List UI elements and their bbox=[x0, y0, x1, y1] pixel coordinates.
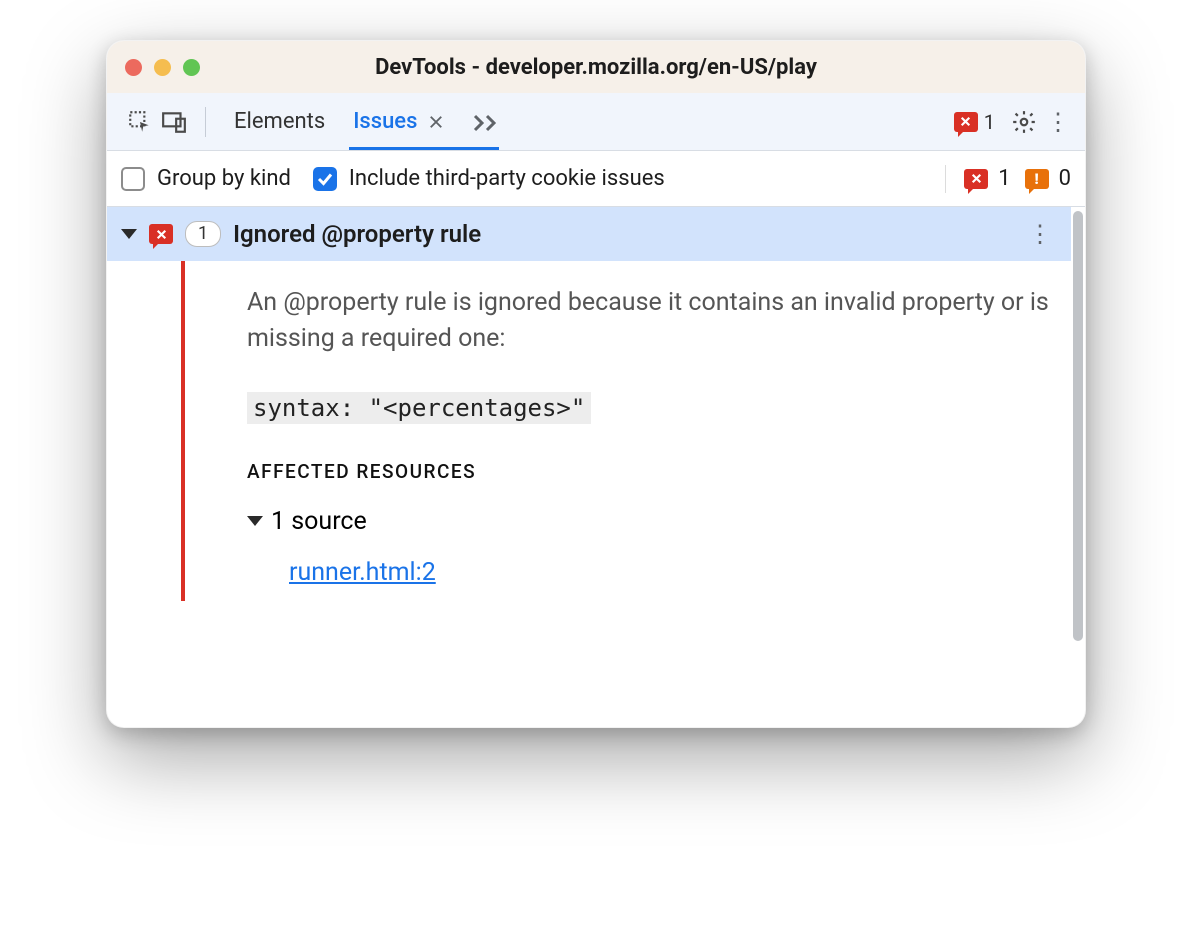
tab-elements[interactable]: Elements bbox=[220, 93, 339, 150]
settings-icon[interactable] bbox=[1007, 105, 1041, 139]
issue-description: An @property rule is ignored because it … bbox=[247, 261, 1051, 358]
maximize-window-button[interactable] bbox=[183, 59, 200, 76]
third-party-label: Include third-party cookie issues bbox=[349, 166, 665, 191]
error-icon bbox=[149, 224, 173, 244]
separator bbox=[205, 107, 206, 137]
warning-icon: ! bbox=[1025, 169, 1049, 189]
separator bbox=[945, 165, 946, 193]
expand-toggle-icon[interactable] bbox=[121, 229, 137, 239]
issue-code: syntax: "<percentages>" bbox=[247, 392, 591, 424]
close-tab-icon[interactable] bbox=[427, 113, 445, 131]
issues-content: 1 Ignored @property rule ⋮ An @property … bbox=[107, 207, 1071, 727]
issue-header[interactable]: 1 Ignored @property rule ⋮ bbox=[107, 207, 1071, 261]
main-panel: 1 Ignored @property rule ⋮ An @property … bbox=[107, 207, 1085, 727]
scrollbar[interactable] bbox=[1071, 207, 1085, 727]
affected-resources-label: AFFECTED RESOURCES bbox=[247, 460, 1051, 483]
titlebar: DevTools - developer.mozilla.org/en-US/p… bbox=[107, 41, 1085, 93]
traffic-lights bbox=[125, 59, 200, 76]
minimize-window-button[interactable] bbox=[154, 59, 171, 76]
sources-count-label: 1 source bbox=[271, 507, 367, 536]
tab-issues[interactable]: Issues bbox=[339, 93, 459, 150]
source-link-row: runner.html:2 bbox=[289, 558, 1051, 587]
filter-error-chip[interactable]: 1 bbox=[964, 166, 1010, 191]
scrollbar-thumb[interactable] bbox=[1073, 211, 1083, 641]
toolbar: Elements Issues 1 bbox=[107, 93, 1085, 151]
filter-bar: Group by kind Include third-party cookie… bbox=[107, 151, 1085, 207]
filter-warning-count: 0 bbox=[1059, 166, 1071, 191]
issue-body: An @property rule is ignored because it … bbox=[107, 261, 1071, 601]
group-by-kind-label: Group by kind bbox=[157, 166, 291, 191]
tab-issues-label: Issues bbox=[353, 109, 417, 134]
issue-severity-bar bbox=[181, 261, 185, 601]
toolbar-error-chip[interactable]: 1 bbox=[954, 110, 995, 134]
group-by-kind-checkbox[interactable] bbox=[121, 167, 145, 191]
error-icon bbox=[954, 112, 978, 132]
close-window-button[interactable] bbox=[125, 59, 142, 76]
filter-error-count: 1 bbox=[998, 166, 1010, 191]
issue-title: Ignored @property rule bbox=[233, 220, 481, 248]
window-title: DevTools - developer.mozilla.org/en-US/p… bbox=[107, 55, 1085, 80]
toolbar-overflow-menu-icon[interactable]: ⋮ bbox=[1041, 105, 1075, 139]
source-link[interactable]: runner.html:2 bbox=[289, 558, 436, 587]
more-tabs-icon[interactable] bbox=[469, 105, 503, 139]
inspect-element-icon[interactable] bbox=[123, 105, 157, 139]
filter-warning-chip[interactable]: ! 0 bbox=[1025, 166, 1071, 191]
error-icon bbox=[964, 169, 988, 189]
chevron-down-icon bbox=[247, 516, 263, 526]
third-party-checkbox[interactable] bbox=[313, 167, 337, 191]
issue-count-pill: 1 bbox=[185, 221, 221, 247]
issue-menu-icon[interactable]: ⋮ bbox=[1023, 217, 1057, 251]
devtools-window: DevTools - developer.mozilla.org/en-US/p… bbox=[106, 40, 1086, 728]
toolbar-error-count: 1 bbox=[984, 110, 995, 134]
device-toolbar-icon[interactable] bbox=[157, 105, 191, 139]
sources-row[interactable]: 1 source bbox=[247, 507, 1051, 536]
